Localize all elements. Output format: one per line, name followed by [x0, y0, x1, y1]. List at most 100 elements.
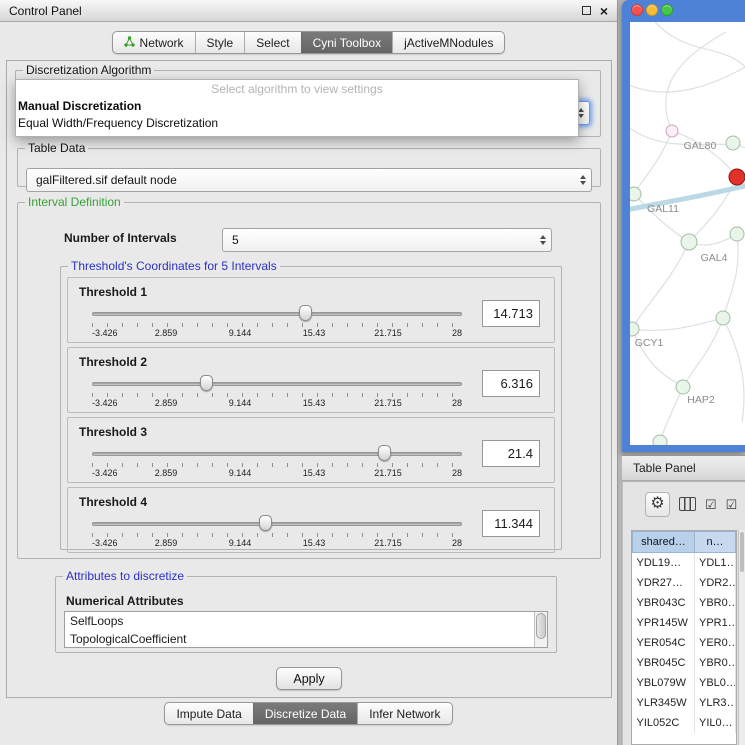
minimize-traffic-light-icon[interactable]	[646, 4, 658, 16]
table-row[interactable]: YPR145WYPR1…	[633, 613, 736, 633]
tab-style[interactable]: Style	[195, 32, 245, 53]
tab-label: Infer Network	[369, 707, 440, 721]
table-cell[interactable]: YBR043C	[633, 593, 695, 613]
svg-text:GAL4: GAL4	[701, 252, 728, 264]
column-header-name[interactable]: n…	[695, 532, 736, 553]
close-icon[interactable]: ×	[600, 5, 608, 17]
slider-thumb[interactable]	[200, 375, 213, 391]
slider-thumb[interactable]	[378, 445, 391, 461]
list-scrollbar[interactable]	[534, 612, 547, 647]
table-panel-titlebar[interactable]: Table Panel	[622, 455, 745, 481]
network-canvas[interactable]: GAL80GAL11GAL4GCY1HAP2	[630, 22, 745, 445]
tab-discretize-data[interactable]: Discretize Data	[253, 703, 357, 724]
tab-jactivemnodules[interactable]: jActiveMNodules	[392, 32, 504, 53]
close-traffic-light-icon[interactable]	[631, 4, 643, 16]
table-cell[interactable]: YBL0…	[695, 673, 736, 693]
column-header-shared-name[interactable]: shared…	[633, 532, 695, 553]
table-cell[interactable]: YPR1…	[695, 613, 736, 633]
table-cell[interactable]: YDR27…	[633, 573, 695, 593]
apply-button[interactable]: Apply	[276, 667, 342, 690]
threshold-slider[interactable]	[92, 445, 462, 462]
table-row[interactable]: YBL079WYBL0…	[633, 673, 736, 693]
table-cell[interactable]: YDL19…	[633, 553, 695, 573]
table-cell[interactable]: YER0…	[695, 633, 736, 653]
network-view-window[interactable]: GAL80GAL11GAL4GCY1HAP2	[622, 0, 745, 452]
tab-network[interactable]: Network	[113, 32, 195, 53]
svg-text:GCY1: GCY1	[635, 337, 664, 349]
select-all-checkbox-icon[interactable]: ☑	[705, 498, 717, 511]
table-scrollbar[interactable]	[738, 530, 745, 745]
threshold-value-field[interactable]: 6.316	[482, 370, 540, 397]
table-settings-button[interactable]: ⚙	[645, 492, 670, 517]
table-row[interactable]: YLR345WYLR3…	[633, 693, 736, 713]
table-row[interactable]: YBR045CYBR0…	[633, 653, 736, 673]
table-row[interactable]: YER054CYER0…	[633, 633, 736, 653]
tab-impute-data[interactable]: Impute Data	[165, 703, 252, 724]
slider-tick-marks	[92, 533, 462, 537]
tab-label: Discretize Data	[265, 707, 346, 721]
group-title: Table Data	[25, 141, 88, 155]
table-data-group: Table Data galFiltered.sif default node	[17, 141, 601, 187]
table-row[interactable]: YDL19…YDL1…	[633, 553, 736, 573]
slider-track[interactable]	[92, 522, 462, 526]
slider-track[interactable]	[92, 452, 462, 456]
dropdown-option-manual-discretization[interactable]: Manual Discretization	[16, 98, 578, 115]
slider-thumb[interactable]	[299, 305, 312, 321]
threshold-panel-3: Threshold 3-3.4262.8599.14415.4321.71528…	[67, 417, 555, 483]
table-cell[interactable]: YIL052C	[633, 713, 695, 733]
threshold-value-field[interactable]: 11.344	[482, 510, 540, 537]
attribute-item-topologicalcoefficient[interactable]: TopologicalCoefficient	[65, 630, 547, 648]
slider-track[interactable]	[92, 382, 462, 386]
table-cell[interactable]: YBR045C	[633, 653, 695, 673]
threshold-value-field[interactable]: 21.4	[482, 440, 540, 467]
numerical-attributes-label: Numerical Attributes	[66, 594, 184, 608]
threshold-slider[interactable]	[92, 515, 462, 532]
table-cell[interactable]: YLR345W	[633, 693, 695, 713]
table-cell[interactable]: YPR145W	[633, 613, 695, 633]
table-data-combobox[interactable]: galFiltered.sif default node	[26, 168, 592, 192]
table-cell[interactable]: YLR3…	[695, 693, 736, 713]
threshold-label: Threshold 1	[79, 285, 147, 299]
table-cell[interactable]: YDR2…	[695, 573, 736, 593]
scrollbar-thumb[interactable]	[536, 613, 546, 639]
table-cell[interactable]: YIL0…	[695, 713, 736, 733]
table-cell[interactable]: YDL1…	[695, 553, 736, 573]
columns-icon[interactable]	[679, 497, 696, 511]
attributes-group: Attributes to discretize Numerical Attri…	[55, 569, 557, 653]
table-cell[interactable]: YBR0…	[695, 593, 736, 613]
float-window-icon[interactable]	[582, 6, 591, 15]
table-cell[interactable]: YER054C	[633, 633, 695, 653]
number-of-intervals-label: Number of Intervals	[64, 231, 177, 245]
table-panel-title: Table Panel	[633, 461, 696, 475]
tab-cyni-toolbox[interactable]: Cyni Toolbox	[301, 32, 392, 53]
table-cell[interactable]: YBL079W	[633, 673, 695, 693]
tab-select[interactable]: Select	[244, 32, 300, 53]
scrollbar-thumb[interactable]	[740, 532, 744, 572]
table-row[interactable]: YBR043CYBR0…	[633, 593, 736, 613]
top-tabbar: Network Style SelectCyni ToolboxjActiveMNo…	[0, 31, 617, 54]
attribute-item-selfloops[interactable]: SelfLoops	[65, 612, 547, 630]
slider-track[interactable]	[92, 312, 462, 316]
slider-scale-labels: -3.4262.8599.14415.4321.71528	[92, 398, 462, 409]
threshold-value-field[interactable]: 14.713	[482, 300, 540, 327]
table-cell[interactable]: YBR0…	[695, 653, 736, 673]
network-graph[interactable]: GAL80GAL11GAL4GCY1HAP2	[630, 22, 745, 445]
threshold-slider[interactable]	[92, 305, 462, 322]
slider-scale-labels: -3.4262.8599.14415.4321.71528	[92, 468, 462, 479]
select-none-checkbox-icon[interactable]: ☑	[726, 498, 738, 511]
table-row[interactable]: YIL052CYIL0…	[633, 713, 736, 733]
dropdown-option-equal-width-frequency-discretization[interactable]: Equal Width/Frequency Discretization	[16, 115, 578, 132]
svg-text:GAL80: GAL80	[684, 140, 717, 152]
threshold-panel-2: Threshold 2 -3.4262.8599.14415.4321.71528…	[67, 347, 555, 413]
group-title: Interval Definition	[25, 195, 124, 209]
number-of-intervals-combobox[interactable]: 5	[222, 228, 552, 252]
table-row[interactable]: YDR27…YDR2…	[633, 573, 736, 593]
slider-thumb[interactable]	[259, 515, 272, 531]
threshold-slider[interactable]	[92, 375, 462, 392]
tab-infer-network[interactable]: Infer Network	[357, 703, 451, 724]
node-attribute-table[interactable]: shared… n… YDL19…YDL1…YDR27…YDR2…YBR043C…	[631, 530, 737, 745]
zoom-traffic-light-icon[interactable]	[661, 4, 673, 16]
numerical-attributes-list[interactable]: SelfLoopsTopologicalCoefficientBetweenne…	[64, 611, 548, 648]
tab-label: Style	[207, 36, 234, 50]
threshold-label: Threshold 2	[79, 355, 147, 369]
